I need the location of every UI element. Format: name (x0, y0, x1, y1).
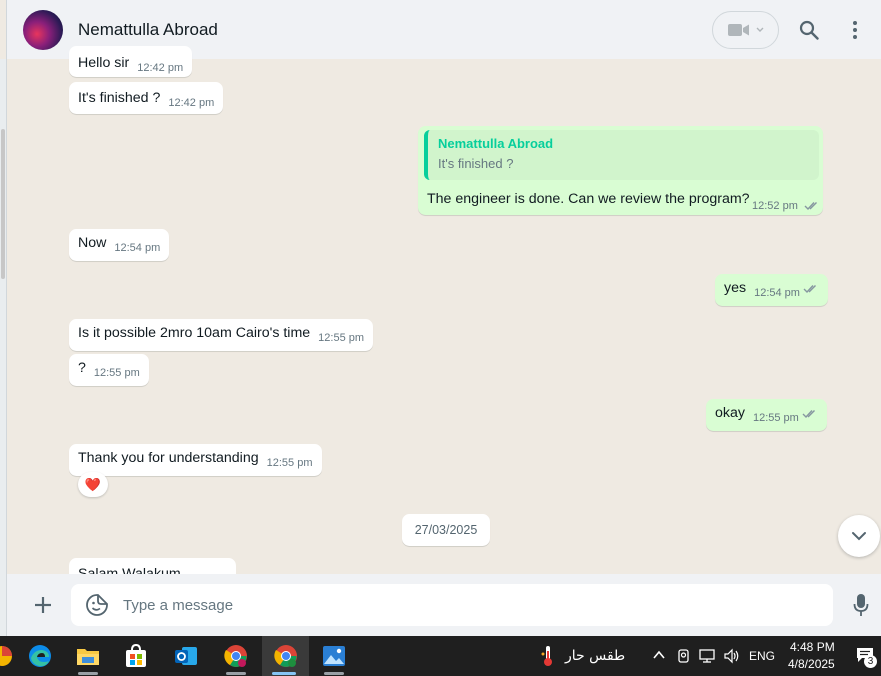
thermometer-icon (541, 646, 552, 666)
message-text: okay (715, 405, 745, 421)
chevron-down-icon (756, 27, 763, 32)
message-text: It's finished ? (78, 90, 161, 106)
message-input[interactable] (123, 596, 803, 614)
message-text: ? (78, 360, 86, 376)
emoji-button[interactable] (84, 592, 110, 618)
message-composer (6, 574, 881, 636)
message-incoming[interactable]: Is it possible 2mro 10am Cairo's time 12:… (69, 319, 374, 351)
outlook-icon (175, 647, 197, 665)
date-separator: 27/03/2025 (402, 514, 490, 546)
message-text: Thank you for understanding (78, 450, 259, 466)
chevron-up-icon[interactable] (652, 650, 666, 660)
language-indicator[interactable]: ENG (749, 649, 775, 663)
network-icon[interactable] (699, 648, 717, 664)
plus-icon (35, 597, 51, 613)
header-actions (712, 10, 881, 50)
double-check-icon (803, 285, 816, 294)
microphone-icon (853, 594, 869, 616)
message-time: 12:55 pm (752, 412, 799, 424)
taskbar-edge[interactable] (18, 636, 62, 676)
running-indicator (226, 672, 246, 675)
chevron-down-icon (852, 532, 866, 541)
message-text: Salam Walakum (78, 566, 181, 574)
notifications-button[interactable]: 3 (856, 647, 877, 668)
heart-icon: ❤️ (84, 476, 102, 492)
notification-badge: 3 (864, 655, 877, 668)
message-time: 12:42 pm (168, 97, 215, 109)
message-time: 12:42 pm (137, 62, 184, 74)
meet-now-icon[interactable] (676, 648, 692, 664)
search-icon (799, 20, 819, 40)
message-text: Hello sir (78, 55, 130, 71)
voice-message-button[interactable] (841, 585, 881, 625)
contact-name[interactable]: Nemattulla Abroad (78, 20, 218, 40)
reaction-heart[interactable]: ❤️ (78, 472, 108, 497)
chrome-icon (224, 645, 247, 667)
message-text: Now (78, 235, 107, 251)
avatar[interactable] (23, 9, 63, 50)
taskbar-file-explorer[interactable] (66, 636, 110, 676)
message-time: 12:55 pm (266, 457, 313, 469)
message-outgoing[interactable]: yes 12:54 pm (715, 274, 828, 306)
clock-time[interactable]: 4:48 PM (790, 640, 835, 654)
message-outgoing[interactable]: okay 12:55 pm (706, 399, 827, 431)
taskbar-chrome-profile-1[interactable] (214, 636, 258, 676)
scroll-to-bottom-button[interactable] (838, 515, 880, 557)
clock-date[interactable]: 4/8/2025 (788, 657, 835, 671)
photos-icon (323, 646, 345, 666)
video-call-button[interactable] (712, 10, 779, 49)
message-text: Is it possible 2mro 10am Cairo's time (78, 325, 311, 341)
message-time: 12:54 pm (754, 287, 800, 299)
message-clip: Salam Walakum (69, 558, 236, 574)
running-indicator (78, 672, 98, 675)
double-check-icon (802, 410, 815, 419)
colorful-app-icon (0, 646, 12, 666)
message-incoming[interactable]: Thank you for understanding 12:55 pm (69, 444, 322, 476)
message-text: The engineer is done. Can we review the … (427, 191, 750, 207)
folder-icon (77, 649, 99, 665)
message-time: 12:55 pm (93, 367, 140, 379)
scroll-thumb[interactable] (1, 129, 5, 279)
sticker-emoji-icon (86, 594, 108, 616)
quote-author: Nemattulla Abroad (438, 136, 554, 151)
weather-text: طقس حار (565, 648, 626, 664)
edge-browser-icon (29, 645, 51, 667)
search-button[interactable] (789, 10, 829, 50)
message-input-box (71, 584, 833, 626)
running-indicator (324, 672, 344, 675)
weather-widget[interactable]: طقس حار (541, 645, 625, 667)
message-incoming[interactable]: Salam Walakum (69, 558, 236, 574)
quoted-message[interactable]: Nemattulla Abroad It's finished ? (424, 130, 819, 180)
message-incoming[interactable]: ? 12:55 pm (69, 354, 149, 386)
message-time: 12:55 pm (318, 332, 365, 344)
windows-taskbar: طقس حار ENG 4:48 PM 4/8/2025 3 (0, 636, 881, 676)
store-bag-icon (126, 644, 146, 667)
kebab-menu-icon (853, 20, 857, 39)
message-time: 12:54 pm (114, 242, 161, 254)
taskbar-chrome-profile-2[interactable] (262, 636, 309, 676)
message-incoming[interactable]: It's finished ? 12:42 pm (69, 82, 224, 114)
message-text: yes (724, 280, 747, 296)
menu-button[interactable] (835, 10, 875, 50)
attach-button[interactable] (23, 585, 63, 625)
message-incoming[interactable]: Hello sir 12:42 pm (69, 46, 193, 77)
message-time: 12:52 pm (752, 199, 820, 212)
chrome-icon (273, 645, 297, 667)
taskbar-outlook[interactable] (164, 636, 208, 676)
quote-text: It's finished ? (438, 156, 514, 171)
active-indicator (272, 672, 296, 675)
message-incoming[interactable]: Now 12:54 pm (69, 229, 170, 261)
taskbar-photos[interactable] (312, 636, 356, 676)
video-camera-icon (727, 23, 749, 36)
volume-icon[interactable] (723, 648, 741, 664)
double-check-icon (804, 202, 817, 211)
message-time-text: 12:52 pm (752, 200, 798, 212)
taskbar-store[interactable] (114, 636, 158, 676)
